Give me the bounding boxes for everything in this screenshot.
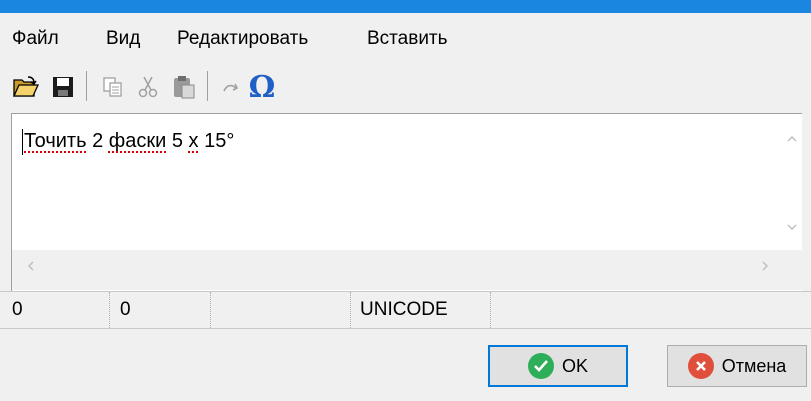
- text-caret: [22, 129, 23, 155]
- menu-view[interactable]: Вид: [106, 27, 140, 51]
- status-separator: [350, 292, 352, 328]
- redo-icon[interactable]: [216, 71, 248, 103]
- status-separator: [210, 292, 212, 328]
- ok-button[interactable]: OK: [488, 345, 628, 387]
- menu-insert[interactable]: Вставить: [367, 27, 448, 51]
- status-separator: [490, 292, 492, 328]
- scroll-right-arrow-icon: [762, 261, 769, 271]
- status-encoding: UNICODE: [360, 299, 448, 320]
- vertical-scrollbar[interactable]: [782, 114, 802, 250]
- menu-edit[interactable]: Редактировать: [177, 27, 308, 51]
- status-field-1: 0: [12, 299, 23, 320]
- paste-icon[interactable]: [168, 71, 200, 103]
- cancel-button-label: Отмена: [721, 355, 787, 376]
- menu-bar: Файл Вид Редактировать Вставить: [0, 13, 811, 63]
- cancel-button[interactable]: Отмена: [667, 345, 807, 387]
- scroll-down-arrow-icon: [787, 224, 797, 231]
- editor-word: х: [188, 130, 199, 152]
- editor-word: Точить: [24, 130, 87, 152]
- editor-text-segment: 15°: [198, 130, 235, 152]
- editor-text-segment: 5: [166, 130, 189, 152]
- status-bar: 0 0 UNICODE: [0, 291, 811, 329]
- close-icon: [687, 353, 714, 379]
- editor-text-segment: 2: [86, 130, 109, 152]
- editor-content[interactable]: Точить 2 фаски 5 х 15°: [24, 129, 234, 153]
- toolbar-separator: [86, 71, 87, 101]
- scrollbar-corner: [782, 250, 802, 290]
- toolbar-separator: [207, 71, 208, 101]
- omega-symbol-icon[interactable]: Ω: [246, 70, 278, 105]
- copy-icon[interactable]: [97, 71, 129, 103]
- scroll-up-arrow-icon: [787, 135, 797, 142]
- menu-file[interactable]: Файл: [12, 27, 59, 51]
- save-icon[interactable]: [47, 71, 79, 103]
- text-editor[interactable]: Точить 2 фаски 5 х 15°: [11, 113, 802, 291]
- window-top-accent: [0, 0, 811, 13]
- open-folder-icon[interactable]: [10, 71, 42, 103]
- toolbar: Ω: [0, 63, 811, 109]
- checkmark-icon: [527, 353, 554, 379]
- cut-icon[interactable]: [132, 71, 164, 103]
- editor-word: фаски: [108, 130, 167, 152]
- status-separator: [109, 292, 111, 328]
- horizontal-scrollbar[interactable]: [12, 250, 782, 290]
- ok-button-label: OK: [561, 355, 588, 376]
- status-field-2: 0: [120, 299, 131, 320]
- scroll-left-arrow-icon: [27, 261, 34, 271]
